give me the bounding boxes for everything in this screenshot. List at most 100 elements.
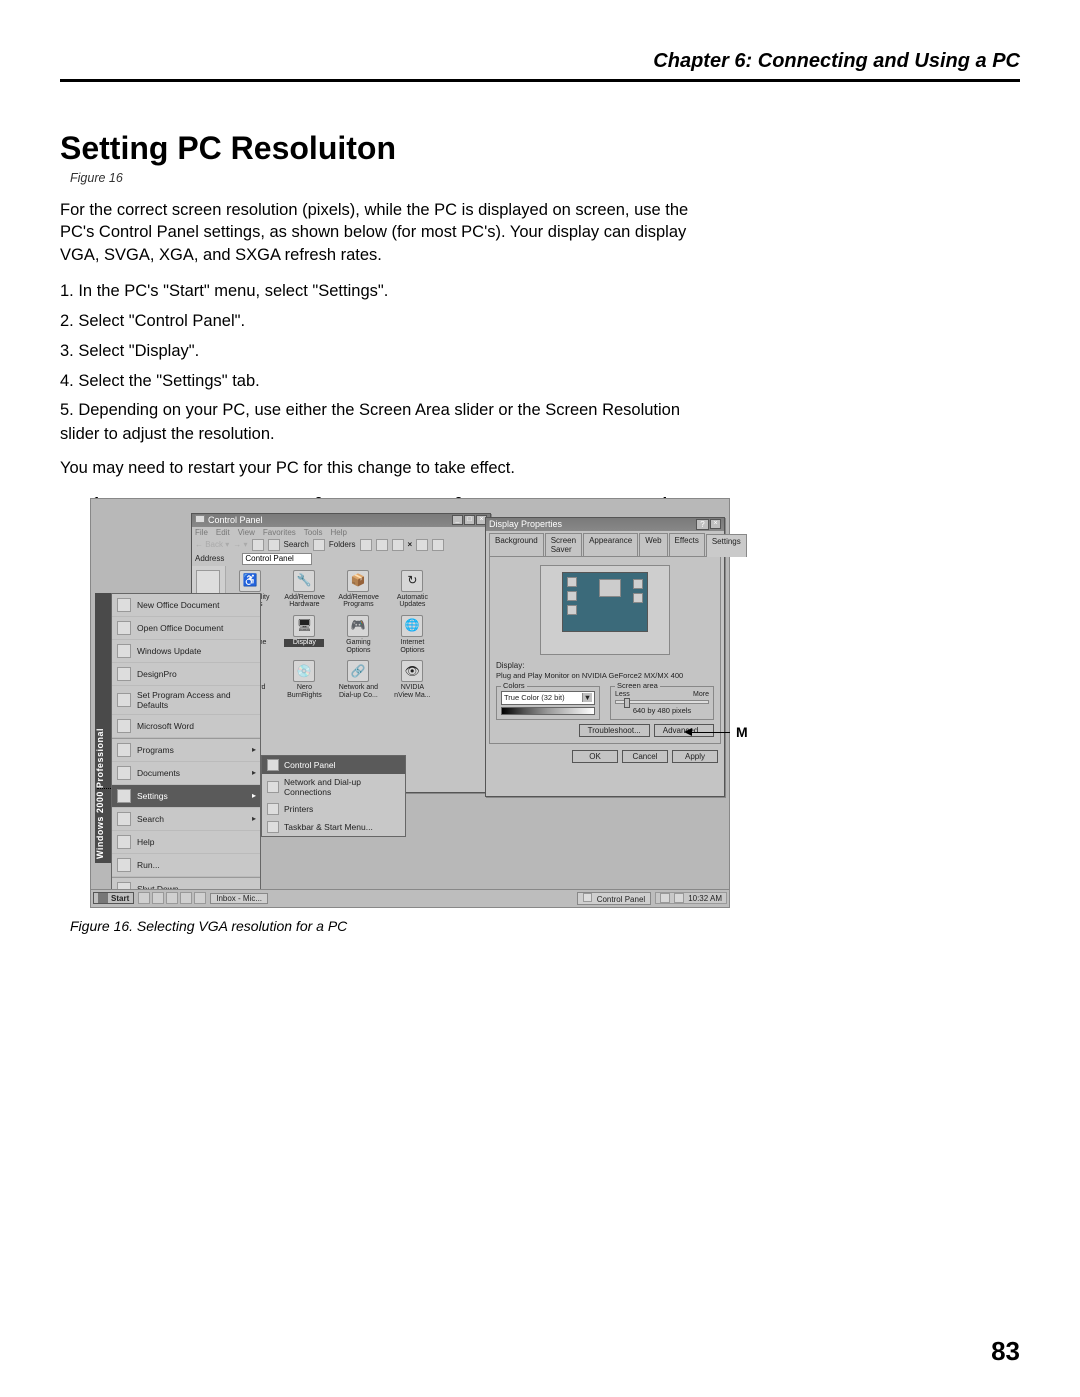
control-panel-icon[interactable]: 👁NVIDIA nView Ma...	[392, 660, 432, 699]
views-icon[interactable]	[432, 539, 444, 551]
submenu-item-label: Printers	[284, 804, 313, 814]
quick-launch[interactable]	[138, 892, 206, 904]
start-menu-item[interactable]: New Office Document	[112, 594, 260, 617]
start-menu-item[interactable]: Documents▸	[112, 762, 260, 785]
start-menu-item[interactable]: DesignPro	[112, 663, 260, 686]
menu-favorites[interactable]: Favorites	[263, 528, 296, 537]
quick-launch-icon[interactable]	[152, 892, 164, 904]
submenu-item-label: Taskbar & Start Menu...	[284, 822, 373, 832]
start-menu-item[interactable]: Set Program Access and Defaults	[112, 686, 260, 715]
control-panel-titlebar[interactable]: Control Panel _ □ ×	[192, 514, 490, 527]
tab-background[interactable]: Background	[489, 533, 544, 556]
start-menu-item[interactable]: Open Office Document	[112, 617, 260, 640]
menu-file[interactable]: File	[195, 528, 208, 537]
menu-item-label: Programs	[137, 745, 174, 755]
display-properties-title: Display Properties	[489, 519, 562, 529]
colors-value: True Color (32 bit)	[504, 693, 565, 702]
minimize-button[interactable]: _	[452, 515, 463, 525]
toolbar-folders-label: Folders	[329, 540, 356, 549]
tray-icon[interactable]	[660, 893, 670, 903]
control-panel-icon[interactable]: 🌐Internet Options	[392, 615, 432, 654]
settings-submenu-item[interactable]: Control Panel	[262, 756, 405, 774]
monitor-preview	[540, 565, 670, 655]
applet-label: Add/Remove Hardware	[284, 594, 324, 609]
slider-thumb[interactable]	[624, 698, 630, 708]
control-panel-icon[interactable]: ↻ Automatic Updates	[392, 570, 432, 609]
undo-icon[interactable]	[416, 539, 428, 551]
search-icon[interactable]	[268, 539, 280, 551]
screen-area-slider[interactable]	[615, 700, 709, 704]
quick-launch-icon[interactable]	[138, 892, 150, 904]
quick-launch-icon[interactable]	[180, 892, 192, 904]
system-tray[interactable]: 10:32 AM	[655, 892, 727, 904]
applet-icon: ↻	[401, 570, 423, 592]
tab-effects[interactable]: Effects	[669, 533, 705, 556]
taskbar-task-control-panel[interactable]: Control Panel	[577, 892, 651, 905]
start-menu-item[interactable]: Search▸	[112, 808, 260, 831]
folders-icon[interactable]	[313, 539, 325, 551]
history-icon[interactable]	[360, 539, 372, 551]
menu-item-icon	[117, 766, 131, 780]
control-panel-icon[interactable]: 🎮Gaming Options	[338, 615, 378, 654]
control-panel-icon[interactable]: 💿Nero BurnRights	[284, 660, 324, 699]
copy-icon[interactable]	[376, 539, 388, 551]
start-menu-item[interactable]: Help	[112, 831, 260, 854]
apply-button[interactable]: Apply	[672, 750, 718, 763]
start-button[interactable]: Start	[93, 892, 134, 904]
menu-item-label: Help	[137, 837, 154, 847]
page-number: 83	[991, 1336, 1020, 1367]
submenu-arrow-icon: ▸	[252, 814, 256, 823]
start-menu-item[interactable]: Programs▸	[112, 739, 260, 762]
start-menu-item[interactable]: Microsoft Word	[112, 715, 260, 738]
help-button[interactable]: ?	[696, 519, 709, 530]
start-menu-item[interactable]: Windows Update	[112, 640, 260, 663]
maximize-button[interactable]: □	[464, 515, 475, 525]
control-panel-menubar[interactable]: File Edit View Favorites Tools Help	[192, 527, 490, 538]
display-properties-titlebar[interactable]: Display Properties ? ×	[486, 518, 724, 531]
menu-tools[interactable]: Tools	[304, 528, 323, 537]
menu-help[interactable]: Help	[330, 528, 346, 537]
colors-combo[interactable]: True Color (32 bit)▼	[501, 691, 595, 705]
menu-view[interactable]: View	[238, 528, 255, 537]
start-menu[interactable]: New Office Document Open Office DocumentW…	[111, 593, 261, 901]
tab-appearance[interactable]: Appearance	[583, 533, 638, 556]
up-icon[interactable]	[252, 539, 264, 551]
control-panel-icon[interactable]: 🖥Display	[284, 615, 324, 654]
control-panel-icon[interactable]: 🔗Network and Dial-up Co...	[338, 660, 378, 699]
control-panel-icon[interactable]: 🔧 Add/Remove Hardware	[284, 570, 324, 609]
quick-launch-icon[interactable]	[194, 892, 206, 904]
colors-group: Colors True Color (32 bit)▼	[496, 686, 600, 720]
taskbar-task-inbox[interactable]: Inbox - Mic...	[210, 893, 268, 904]
settings-submenu-item[interactable]: Network and Dial-up Connections	[262, 774, 405, 800]
tab-screensaver[interactable]: Screen Saver	[545, 533, 582, 556]
troubleshoot-button[interactable]: Troubleshoot...	[579, 724, 650, 737]
applet-icon: 🔗	[347, 660, 369, 682]
applet-icon: 🎮	[347, 615, 369, 637]
ok-button[interactable]: OK	[572, 750, 618, 763]
address-input[interactable]	[242, 553, 312, 565]
quick-launch-icon[interactable]	[166, 892, 178, 904]
tray-icon[interactable]	[674, 893, 684, 903]
applet-icon: ♿	[239, 570, 261, 592]
settings-submenu[interactable]: Control PanelNetwork and Dial-up Connect…	[261, 755, 406, 837]
submenu-arrow-icon: ▸	[252, 791, 256, 800]
tab-settings[interactable]: Settings	[706, 534, 747, 557]
start-menu-item[interactable]: Run...	[112, 854, 260, 877]
menu-item-label: New Office Document	[137, 600, 220, 610]
callout-m-leader	[690, 732, 730, 733]
dlg-close-button[interactable]: ×	[710, 519, 721, 529]
callout-m-arrowhead	[684, 728, 692, 736]
applet-icon: 🔧	[293, 570, 315, 592]
control-panel-toolbar[interactable]: ← Back ▾→ ▾ Search Folders ×	[192, 538, 490, 552]
taskbar[interactable]: Start Inbox - Mic... Control Panel 10:32…	[91, 889, 729, 907]
settings-submenu-item[interactable]: Printers	[262, 800, 405, 818]
menu-edit[interactable]: Edit	[216, 528, 230, 537]
cancel-button[interactable]: Cancel	[622, 750, 668, 763]
settings-submenu-item[interactable]: Taskbar & Start Menu...	[262, 818, 405, 836]
start-menu-item[interactable]: Settings▸	[112, 785, 260, 808]
tab-web[interactable]: Web	[639, 533, 667, 556]
address-icon	[228, 554, 238, 564]
paste-icon[interactable]	[392, 539, 404, 551]
control-panel-icon[interactable]: 📦Add/Remove Programs	[338, 570, 378, 609]
applet-label: Automatic Updates	[392, 594, 432, 609]
